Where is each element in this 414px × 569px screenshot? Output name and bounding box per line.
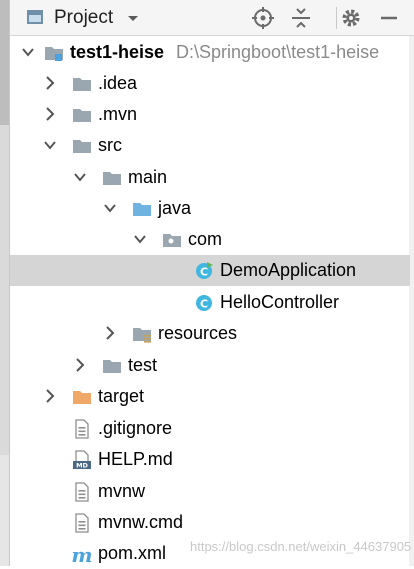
side-tool-strip [0, 0, 10, 566]
expand-arrow-icon[interactable] [74, 170, 86, 184]
tree-row-resources[interactable]: resources [10, 318, 410, 349]
tree-item-label: test [128, 355, 158, 375]
tree-row-src[interactable]: src [10, 130, 410, 161]
tree-row-gitignore[interactable]: .gitignore [10, 413, 410, 444]
collapse-all-icon[interactable] [288, 5, 314, 31]
tree-item-label: src [98, 135, 122, 155]
tree-item-label: java [158, 198, 192, 218]
collapse-arrow-icon[interactable] [44, 389, 56, 403]
package-icon [163, 234, 181, 247]
view-selector-label[interactable]: Project [54, 7, 113, 29]
tree-item-label: mvnw [98, 481, 146, 501]
chevron-down-icon[interactable] [126, 9, 140, 29]
folder-icon [103, 172, 121, 185]
locate-icon[interactable] [250, 5, 276, 31]
collapse-arrow-icon[interactable] [74, 358, 86, 372]
project-name: test1-heise [70, 42, 165, 62]
toolbar-divider [336, 7, 337, 29]
collapse-arrow-icon[interactable] [44, 107, 56, 121]
gear-icon[interactable] [338, 5, 364, 31]
collapse-arrow-icon[interactable] [104, 326, 116, 340]
java-class-icon: C [196, 295, 212, 311]
folder-icon [103, 360, 121, 373]
tree-item-label: .mvn [98, 104, 138, 124]
tree-row-main[interactable]: main [10, 162, 410, 193]
svg-text:C: C [200, 266, 208, 279]
project-tool-tab[interactable] [0, 0, 9, 125]
tree-item-label: main [128, 167, 168, 187]
excluded-folder-icon [73, 391, 91, 404]
project-view-icon [27, 10, 43, 24]
svg-text:m: m [72, 544, 92, 564]
watermark-text: https://blog.csdn.net/weixin_44637905 [190, 539, 412, 554]
tree-row-mvnw[interactable]: mvnw [10, 476, 410, 507]
structure-tool-tab[interactable] [0, 455, 9, 566]
source-folder-icon [133, 203, 151, 216]
expand-arrow-icon[interactable] [134, 232, 146, 246]
text-file-icon [75, 513, 89, 533]
tree-row-com[interactable]: com [10, 224, 410, 255]
svg-text:C: C [200, 298, 208, 311]
tree-row-target[interactable]: target [10, 381, 410, 412]
tree-item-label: DemoApplication [220, 260, 357, 280]
tree-row-mvn[interactable]: .mvn [10, 99, 410, 130]
tree-row-idea[interactable]: .idea [10, 68, 410, 99]
text-file-icon [75, 482, 89, 502]
tree-item-label: HELP.md [98, 449, 173, 469]
tree-item-label: resources [158, 323, 238, 343]
tree-row-test[interactable]: test [10, 350, 410, 381]
tree-item-label: target [98, 386, 145, 406]
resources-folder-icon [133, 328, 151, 343]
tree-item-label: pom.xml [98, 543, 167, 563]
expand-arrow-icon[interactable] [104, 201, 116, 215]
folder-icon [73, 140, 91, 153]
folder-icon [73, 109, 91, 122]
tree-row-project-root[interactable]: test1-heise D:\Springboot\test1-heise [10, 37, 410, 68]
tree-row-hello-controller[interactable]: C HelloController [10, 287, 410, 318]
project-path: D:\Springboot\test1-heise [176, 42, 380, 62]
project-folder-icon [45, 47, 63, 61]
tree-row-help-md[interactable]: MD HELP.md [10, 444, 410, 475]
tree-row-java[interactable]: java [10, 193, 410, 224]
tree-item-label: .gitignore [98, 418, 173, 438]
expand-arrow-icon[interactable] [22, 45, 34, 59]
tree-item-label: .idea [98, 73, 138, 93]
expand-arrow-icon[interactable] [44, 138, 56, 152]
svg-text:MD: MD [76, 462, 88, 470]
tree-item-label: HelloController [220, 292, 340, 312]
tree-item-label: mvnw.cmd [98, 512, 184, 532]
text-file-icon [75, 419, 89, 439]
hide-icon[interactable] [376, 5, 402, 31]
project-toolbar: Project [10, 0, 414, 36]
collapse-arrow-icon[interactable] [44, 76, 56, 90]
maven-file-icon: m [72, 544, 92, 564]
tree-item-label: com [188, 229, 223, 249]
tree-row-mvnw-cmd[interactable]: mvnw.cmd [10, 507, 410, 538]
spring-boot-class-icon: C [196, 262, 213, 279]
markdown-file-icon: MD [73, 450, 91, 470]
folder-icon [73, 78, 91, 91]
tree-row-demo-application[interactable]: C DemoApplication [10, 255, 410, 286]
